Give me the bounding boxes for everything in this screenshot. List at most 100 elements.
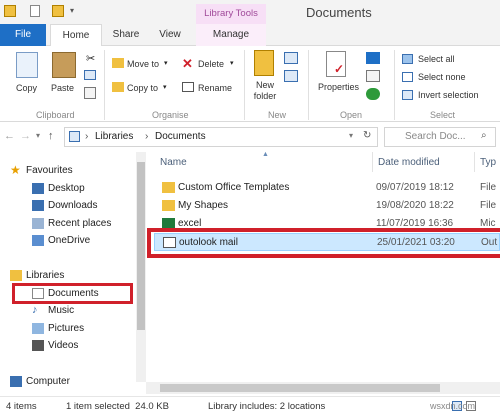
nav-item-onedrive[interactable]: OneDrive (0, 232, 140, 249)
search-input[interactable]: Search Doc... ⌕ (384, 127, 496, 147)
libraries-icon (69, 131, 80, 142)
up-arrow-icon[interactable]: ↑ (48, 130, 54, 142)
chevron-down-icon: ▾ (164, 60, 168, 67)
list-item[interactable]: Custom Office Templates 09/07/2019 18:12… (154, 179, 500, 197)
rename-button[interactable]: Rename (198, 83, 232, 93)
paste-shortcut-icon[interactable] (84, 87, 96, 99)
nav-item-label: Music (48, 305, 75, 316)
group-divider (244, 50, 245, 120)
refresh-icon[interactable]: ↻ (363, 130, 371, 141)
copy-button[interactable]: Copy (16, 83, 37, 93)
search-icon: ⌕ (481, 130, 487, 141)
nav-item-pictures[interactable]: Pictures (0, 320, 140, 337)
nav-item-label: Videos (48, 340, 79, 351)
tab-view[interactable]: View (150, 24, 190, 46)
nav-item-label: OneDrive (48, 235, 91, 246)
group-label-select: Select (430, 110, 456, 120)
file-name: Custom Office Templates (178, 182, 290, 193)
new-folder-button[interactable]: New folder (251, 80, 279, 102)
tab-file[interactable]: File (0, 24, 46, 46)
outlook-icon[interactable] (366, 52, 380, 64)
nav-computer-label: Computer (26, 376, 70, 387)
invert-selection-icon (402, 90, 413, 100)
desktop-icon (32, 183, 44, 194)
address-dropdown-icon[interactable]: ▾ (349, 131, 353, 140)
new-folder-icon (254, 50, 274, 76)
nav-libraries[interactable]: Libraries (0, 267, 140, 284)
paste-button[interactable]: Paste (51, 83, 74, 93)
group-label-clipboard: Clipboard (36, 110, 75, 120)
column-header-type[interactable]: Typ (480, 157, 496, 168)
breadcrumb-libraries[interactable]: Libraries (95, 131, 133, 142)
nav-item-music[interactable]: ♪ Music (0, 302, 140, 319)
breadcrumb-separator: › (145, 131, 149, 142)
nav-item-desktop[interactable]: Desktop (0, 180, 140, 197)
status-selection: 1 item selected 24.0 KB (66, 401, 169, 412)
column-header-name[interactable]: Name (160, 157, 187, 168)
chevron-down-icon: ▾ (163, 84, 167, 91)
nav-favourites[interactable]: ★ Favourites (0, 162, 140, 179)
forward-arrow-icon[interactable]: → (20, 130, 31, 142)
select-all-button[interactable]: Select all (418, 54, 455, 64)
copy-path-icon[interactable] (84, 70, 96, 80)
properties-icon[interactable] (30, 5, 40, 17)
breadcrumb-documents[interactable]: Documents (155, 131, 206, 142)
libraries-icon (10, 270, 22, 281)
select-none-button[interactable]: Select none (418, 72, 466, 82)
chevron-down-icon: ▾ (230, 60, 234, 67)
column-divider[interactable] (372, 152, 373, 172)
group-label-organise: Organise (152, 110, 189, 120)
file-type: File (480, 200, 497, 211)
group-divider (308, 50, 309, 120)
horizontal-scrollbar-thumb[interactable] (160, 384, 440, 392)
nav-item-downloads[interactable]: Downloads (0, 197, 140, 214)
recent-locations-icon[interactable]: ▾ (36, 131, 40, 140)
copy-to-button[interactable]: Copy to (127, 83, 158, 93)
nav-item-recent-places[interactable]: Recent places (0, 215, 140, 232)
history-icon[interactable] (366, 88, 380, 100)
back-arrow-icon[interactable]: ← (4, 130, 15, 142)
copy-to-icon (112, 82, 124, 92)
sort-arrow-icon: ▲ (262, 151, 269, 158)
move-to-button[interactable]: Move to (127, 59, 159, 69)
file-type: File (480, 182, 497, 193)
move-to-icon (112, 58, 124, 68)
folder-icon (162, 200, 175, 211)
onedrive-icon (32, 235, 44, 246)
address-bar[interactable]: › Libraries › Documents ▾ ↻ (64, 127, 378, 147)
select-none-icon (402, 72, 413, 82)
search-placeholder: Search Doc... (405, 131, 466, 142)
nav-item-videos[interactable]: Videos (0, 337, 140, 354)
new-item-icon[interactable] (284, 52, 298, 64)
file-name: My Shapes (178, 200, 229, 211)
star-icon: ★ (10, 163, 21, 177)
nav-computer[interactable]: Computer (0, 373, 140, 390)
list-item[interactable]: My Shapes 19/08/2020 18:22 File (154, 197, 500, 215)
invert-selection-button[interactable]: Invert selection (418, 90, 479, 100)
edit-icon[interactable] (366, 70, 380, 82)
column-header-date[interactable]: Date modified (378, 157, 440, 168)
group-label-new: New (268, 110, 287, 120)
quick-access-dropdown-icon[interactable]: ▾ (70, 6, 74, 15)
tab-manage[interactable]: Manage (196, 24, 266, 46)
nav-item-label: Downloads (48, 200, 98, 211)
properties-button[interactable]: Properties (318, 82, 359, 92)
group-divider (394, 50, 395, 120)
delete-icon: ✕ (182, 56, 193, 71)
delete-button[interactable]: Delete (198, 59, 224, 69)
tab-share[interactable]: Share (106, 24, 146, 46)
cut-icon[interactable]: ✂ (86, 52, 95, 65)
folder-icon[interactable] (4, 5, 16, 17)
status-bar: 4 items 1 item selected 24.0 KB Library … (0, 396, 500, 416)
column-divider[interactable] (474, 152, 475, 172)
select-all-icon (402, 54, 413, 64)
easy-access-icon[interactable] (284, 70, 298, 82)
new-folder-quick-icon[interactable] (52, 5, 64, 17)
videos-icon (32, 340, 44, 351)
tab-home[interactable]: Home (50, 24, 102, 47)
window-title: Documents (306, 5, 372, 20)
watermark: wsxdn.com (430, 401, 476, 411)
status-library: Library includes: 2 locations (208, 401, 326, 412)
file-date: 19/08/2020 18:22 (376, 200, 454, 211)
nav-libraries-label: Libraries (26, 270, 65, 281)
